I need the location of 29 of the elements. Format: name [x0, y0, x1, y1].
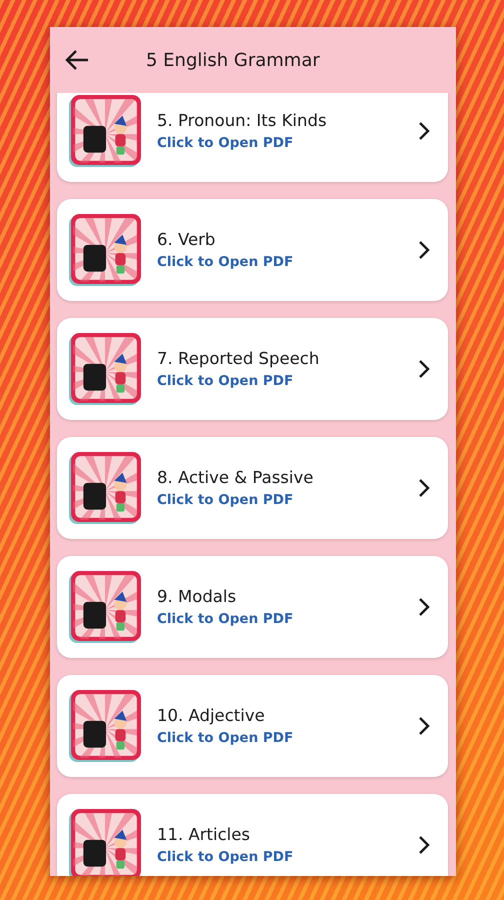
chapter-card[interactable]: 11. Articles Click to Open PDF	[57, 794, 448, 876]
chapter-card[interactable]: 9. Modals Click to Open PDF	[57, 556, 448, 658]
chevron-icon	[416, 597, 432, 617]
open-pdf-link[interactable]: Click to Open PDF	[157, 492, 400, 508]
chapter-title: 11. Articles	[157, 825, 252, 844]
chapter-card[interactable]: 7. Reported Speech Click to Open PDF	[57, 318, 448, 420]
chapter-title: 9. Modals	[157, 587, 238, 606]
open-pdf-link[interactable]: Click to Open PDF	[157, 849, 400, 865]
open-pdf-link[interactable]: Click to Open PDF	[157, 730, 400, 746]
chapter-card[interactable]: 5. Pronoun: Its Kinds Click to Open PDF	[57, 93, 448, 182]
chapter-title: 7. Reported Speech	[157, 349, 320, 368]
chapter-card[interactable]: 8. Active & Passive Click to Open PDF	[57, 437, 448, 539]
chapter-card[interactable]: 6. Verb Click to Open PDF	[57, 199, 448, 301]
chevron-icon	[416, 716, 432, 736]
screen-title: 5 English Grammar	[146, 50, 320, 70]
open-pdf-link[interactable]: Click to Open PDF	[157, 135, 400, 151]
chevron-icon	[416, 478, 432, 498]
open-pdf-link[interactable]: Click to Open PDF	[157, 373, 400, 389]
open-pdf-link[interactable]: Click to Open PDF	[157, 611, 400, 627]
open-pdf-link[interactable]: Click to Open PDF	[157, 254, 400, 270]
chapter-card[interactable]: 10. Adjective Click to Open PDF	[57, 675, 448, 777]
chapter-title: 6. Verb	[157, 230, 216, 249]
chevron-icon	[416, 240, 432, 260]
chevron-icon	[416, 121, 432, 141]
chevron-icon	[416, 359, 432, 379]
chapter-title: 8. Active & Passive	[157, 468, 314, 487]
chapter-title: 5. Pronoun: Its Kinds	[157, 111, 328, 130]
chapter-title: 10. Adjective	[157, 706, 266, 725]
chevron-icon	[416, 835, 432, 855]
